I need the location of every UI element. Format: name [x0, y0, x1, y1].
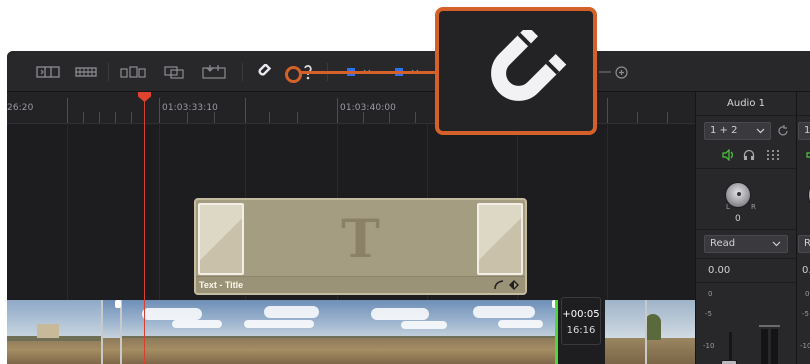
- clip-cut: [120, 300, 122, 364]
- callout-connector: [301, 71, 436, 74]
- ruler-tick: [67, 98, 68, 123]
- trim-handle[interactable]: [115, 300, 121, 308]
- automation-mode-select-2[interactable]: R: [798, 235, 810, 253]
- trim-edge-indicator: [555, 300, 558, 364]
- ruler-tick: [363, 112, 364, 123]
- ruler-timecode: 26:20: [7, 103, 34, 113]
- ruler-tick: [131, 112, 132, 123]
- input-select-2-value: 1: [804, 125, 810, 136]
- title-clip-glyph: T: [341, 208, 380, 270]
- ruler-timecode: 01:03:33:10: [162, 103, 219, 113]
- ruler-tick: [187, 112, 188, 123]
- ruler-tick: [245, 98, 246, 123]
- ruler-tick: [297, 112, 298, 123]
- pan-value: 0: [735, 214, 741, 224]
- title-clip-icons: [494, 280, 519, 290]
- trim-mode-icon[interactable]: [74, 62, 98, 82]
- ruler-tick: [607, 98, 608, 123]
- speaker-icon[interactable]: [722, 148, 736, 162]
- section-divider: [696, 282, 796, 283]
- automation-mode-2-value: R: [804, 238, 810, 249]
- ruler-tick: [159, 98, 160, 123]
- mixer-header: Audio 1: [696, 92, 810, 116]
- section-divider: [696, 229, 796, 230]
- screenshot-stage: 26:20 01:03:33:10 01:03:40:00 T Text - T…: [0, 0, 810, 364]
- video-frame: [234, 300, 346, 364]
- toolbar-divider: [108, 63, 109, 81]
- section-divider: [696, 168, 796, 169]
- video-frame: [102, 300, 122, 364]
- ruler-tick: [415, 112, 416, 123]
- section-divider: [696, 258, 796, 259]
- ruler-tick: [83, 112, 84, 123]
- zoom-in-icon[interactable]: [614, 62, 628, 82]
- ruler-tick: [389, 112, 390, 123]
- headphones-icon[interactable]: [742, 148, 756, 162]
- zoom-slider-track[interactable]: [599, 62, 611, 82]
- volume-value: 0.00: [708, 265, 731, 276]
- meter-scale-label: -10: [703, 342, 715, 350]
- input-select-value: 1 + 2: [710, 125, 738, 136]
- playhead-line[interactable]: [144, 92, 145, 364]
- video-frame: [7, 300, 102, 364]
- input-select-2[interactable]: 1: [798, 122, 810, 140]
- trim-duration: 16:16: [566, 325, 596, 336]
- video-frame: [122, 300, 234, 364]
- automation-mode-value: Read: [710, 238, 736, 249]
- clip-cut: [645, 300, 647, 364]
- trim-offset: +00:05: [562, 309, 600, 320]
- ruler-tick: [115, 112, 116, 123]
- channel-name: Audio 1: [727, 98, 765, 109]
- meter-scale-label: 0: [708, 290, 713, 298]
- video-frame: [346, 300, 458, 364]
- trim-tooltip: +00:05 16:16: [561, 297, 601, 345]
- audio-mixer-panel: Audio 1 1 + 2 1 L R 0 Read R 0.00 0 0 -5…: [695, 92, 810, 364]
- meter-scale-label: -5: [705, 310, 712, 318]
- title-clip[interactable]: T Text - Title: [194, 198, 527, 295]
- input-select[interactable]: 1 + 2: [704, 122, 771, 140]
- curve-icon: [494, 280, 504, 290]
- ruler-tick: [269, 112, 270, 123]
- callout-target-ring: [285, 66, 302, 83]
- title-clip-name: Text - Title: [196, 276, 525, 293]
- magnet-icon: [491, 30, 567, 101]
- callout-zoom-panel: [435, 7, 597, 135]
- meter-scale-label-2: -5: [802, 310, 809, 318]
- insert-clip-icon[interactable]: [120, 62, 146, 82]
- speaker-icon-2[interactable]: [806, 148, 810, 162]
- meter-scale-label-2: 0: [805, 290, 810, 298]
- keyframe-icon: [509, 280, 519, 290]
- timeline-window: 26:20 01:03:33:10 01:03:40:00 T Text - T…: [7, 51, 810, 364]
- level-meter-left: [761, 329, 768, 364]
- ruler-tick: [637, 112, 638, 123]
- pan-left-label: L: [726, 203, 730, 211]
- ruler-timecode: 01:03:40:00: [340, 103, 397, 113]
- meter-cap: [759, 325, 780, 327]
- mute-solo-grid-icon[interactable]: [765, 148, 781, 162]
- video-frame: [458, 300, 555, 364]
- overwrite-clip-icon[interactable]: [163, 62, 185, 82]
- volume-fader-handle[interactable]: [721, 360, 737, 364]
- level-meter-right: [771, 329, 778, 364]
- meter-scale-label-2: -10: [800, 342, 810, 350]
- automation-mode-select[interactable]: Read: [704, 235, 788, 253]
- mixer-divider: [796, 92, 797, 364]
- chevron-down-icon: [772, 241, 781, 247]
- title-clip-thumbnail-end: [477, 203, 523, 275]
- video-frame: [605, 300, 695, 364]
- volume-value-2: 0.: [802, 265, 810, 276]
- ruler-tick: [337, 98, 338, 123]
- replace-clip-icon[interactable]: [202, 62, 226, 82]
- chevron-down-icon: [756, 128, 765, 134]
- reset-icon[interactable]: [776, 122, 790, 140]
- toolbar-divider: [242, 63, 243, 81]
- snapping-magnet-icon[interactable]: [254, 62, 274, 82]
- ruler-tick: [99, 112, 100, 123]
- blade-edit-icon[interactable]: [35, 62, 61, 82]
- clip-cut: [101, 300, 103, 364]
- ruler-tick: [667, 112, 668, 123]
- ruler-tick: [214, 112, 215, 123]
- pan-right-label: R: [751, 203, 756, 211]
